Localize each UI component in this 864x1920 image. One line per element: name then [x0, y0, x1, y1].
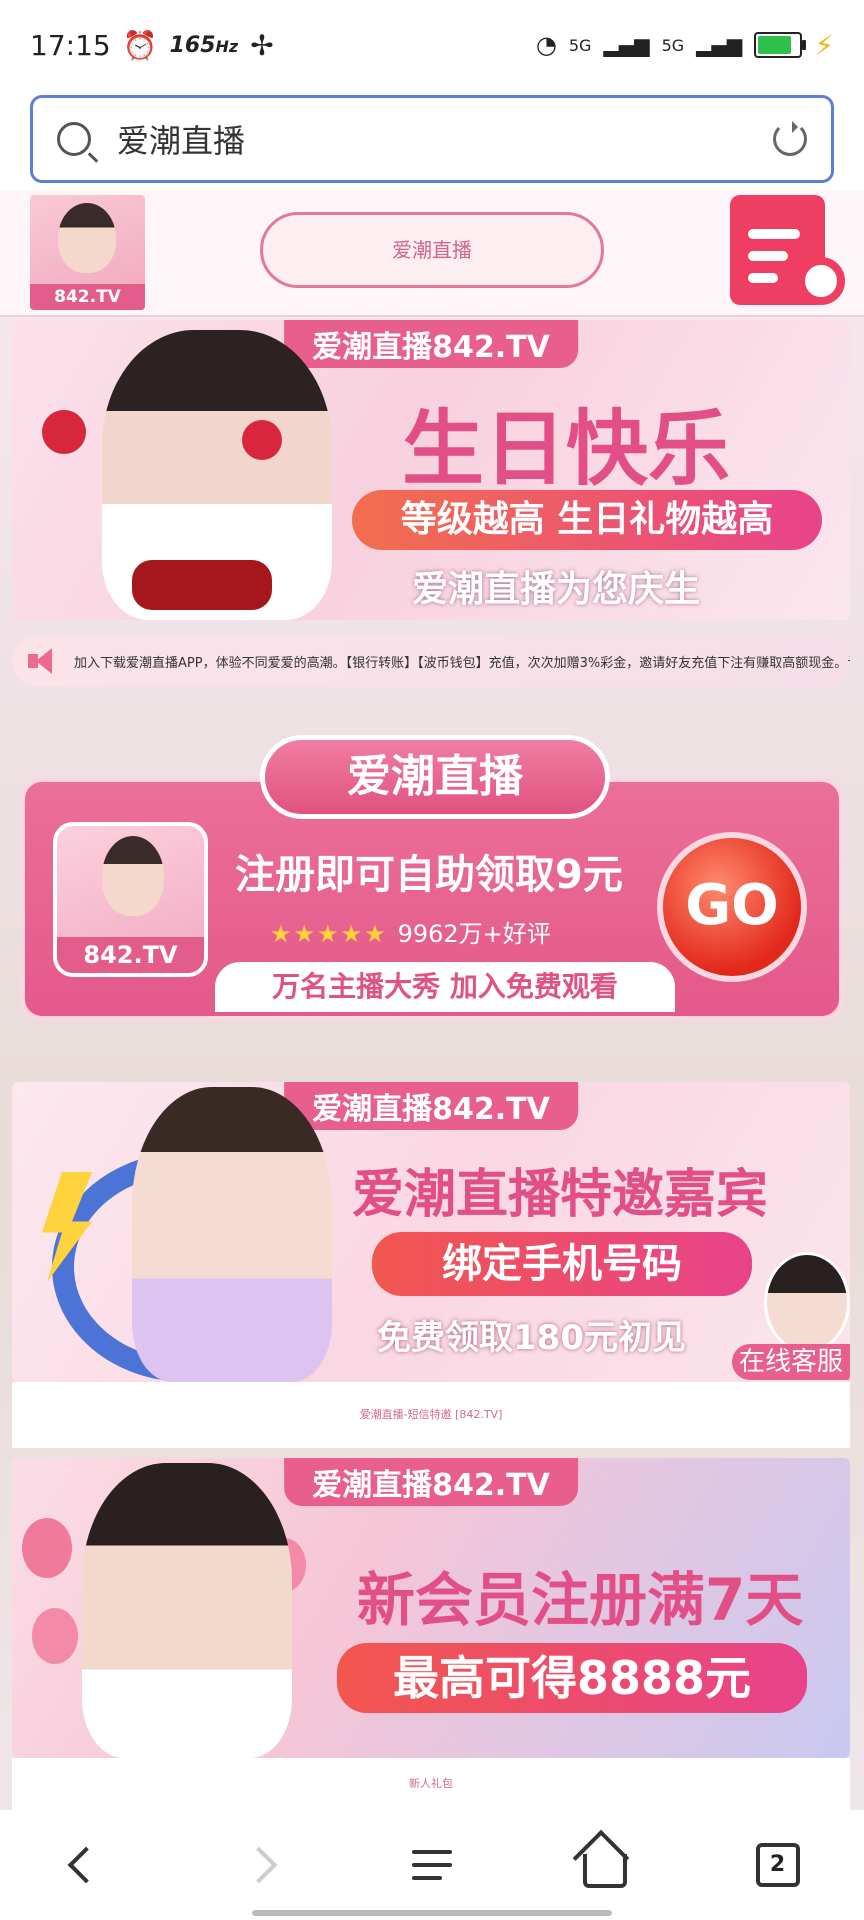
birthday-ribbon: 等级越高 生日礼物越高 [352, 490, 822, 550]
birthday-headline: 生日快乐 [402, 402, 731, 497]
gesture-bar [252, 1910, 612, 1916]
web-content: 842.TV 爱潮直播 爱潮直播842.TV 生日快乐 等级越高 生日礼物越高 … [0, 190, 864, 1810]
search-bar[interactable]: 爱潮直播 [30, 95, 834, 183]
guest-ribbon: 绑定手机号码 [372, 1232, 752, 1296]
search-icon [57, 122, 91, 156]
promo-title: 爱潮直播 [260, 735, 610, 819]
site-header: 842.TV 爱潮直播 [0, 190, 864, 317]
menu-icon [411, 1850, 452, 1880]
network-indicator-1: 5G [568, 35, 592, 55]
new-member-banner[interactable]: 爱潮直播842.TV 新会员注册满7天 最高可得8888元 [12, 1458, 850, 1758]
strawberry-decoration [242, 420, 282, 460]
site-logo[interactable]: 842.TV [30, 195, 145, 310]
bow-decoration [132, 560, 272, 610]
menu-button[interactable] [402, 1835, 462, 1895]
announcement-marquee: 加入下载爱潮直播APP，体验不同爱爱的高潮。【银行转账】【波币钱包】充值，次次加… [12, 635, 850, 687]
charging-icon: ⚡ [814, 28, 834, 62]
guest-caption: 爱潮直播-短信特邀 [842.TV] [12, 1382, 850, 1448]
member-caption: 新人礼包 [12, 1758, 850, 1810]
model-photo [132, 1087, 332, 1382]
wifi-icon: ◔ [535, 31, 557, 59]
star-rating-icon: ★★★★★ [270, 920, 388, 948]
online-service-button[interactable]: 在线客服 [732, 1344, 850, 1380]
app-icon: 842.TV [53, 822, 208, 977]
promo-rating: ★★★★★ 9962万+好评 [270, 920, 551, 948]
signal-icon: ▂▄▆ [603, 33, 650, 57]
reload-icon[interactable] [773, 121, 807, 156]
balloon-decoration [32, 1608, 78, 1664]
promo-main-text: 注册即可自助领取9元 [235, 852, 623, 898]
app-promo-card[interactable]: 842.TV 注册即可自助领取9元 ★★★★★ 9962万+好评 万名主播大秀 加… [20, 735, 844, 1025]
browser-nav-bar: 2 [0, 1810, 864, 1920]
site-name-button[interactable]: 爱潮直播 [260, 212, 604, 288]
guest-banner[interactable]: 爱潮直播842.TV 爱潮直播特邀嘉宾 绑定手机号码 免费领取180元初见 在线… [12, 1082, 850, 1382]
signal-icon: ▂▄▆ [696, 33, 743, 57]
search-input[interactable]: 爱潮直播 [117, 116, 773, 162]
tabs-count: 2 [755, 1843, 800, 1887]
service-avatar [764, 1252, 850, 1353]
home-button[interactable] [575, 1835, 635, 1895]
back-button[interactable] [56, 1835, 116, 1895]
refresh-rate: 165Hz [169, 32, 239, 58]
guest-subline: 免费领取180元初见 [377, 1318, 686, 1358]
forward-button[interactable] [229, 1835, 289, 1895]
strawberry-decoration [42, 410, 86, 454]
guest-headline: 爱潮直播特邀嘉宾 [352, 1165, 769, 1225]
model-photo [82, 1463, 292, 1758]
home-icon [582, 1854, 627, 1888]
status-time: 17:15 [30, 28, 111, 62]
back-chevron-icon [68, 1846, 105, 1884]
fan-icon: ✢ [250, 28, 274, 62]
balloon-decoration [22, 1518, 72, 1578]
member-headline: 新会员注册满7天 [357, 1566, 804, 1634]
promo-footer: 万名主播大秀 加入免费观看 [215, 962, 675, 1012]
status-bar: 17:15 ⏰ 165Hz ✢ ◔ 5G ▂▄▆ 5G ▂▄▆ ⚡ [0, 0, 864, 90]
speaker-icon [28, 646, 58, 676]
go-button[interactable]: GO [657, 832, 807, 982]
tabs-button[interactable]: 2 [748, 1835, 808, 1895]
birthday-subline: 爱潮直播为您庆生 [412, 569, 701, 610]
alarm-icon: ⏰ [122, 28, 158, 62]
network-indicator-2: 5G [661, 35, 685, 55]
announcement-text: 加入下载爱潮直播APP，体验不同爱爱的高潮。【银行转账】【波币钱包】充值，次次加… [74, 655, 850, 671]
birthday-banner[interactable]: 爱潮直播842.TV 生日快乐 等级越高 生日礼物越高 爱潮直播为您庆生 [12, 320, 850, 620]
document-search-icon[interactable] [730, 195, 845, 305]
battery-icon [754, 32, 807, 58]
member-ribbon: 最高可得8888元 [337, 1643, 807, 1713]
forward-chevron-icon [240, 1846, 278, 1884]
